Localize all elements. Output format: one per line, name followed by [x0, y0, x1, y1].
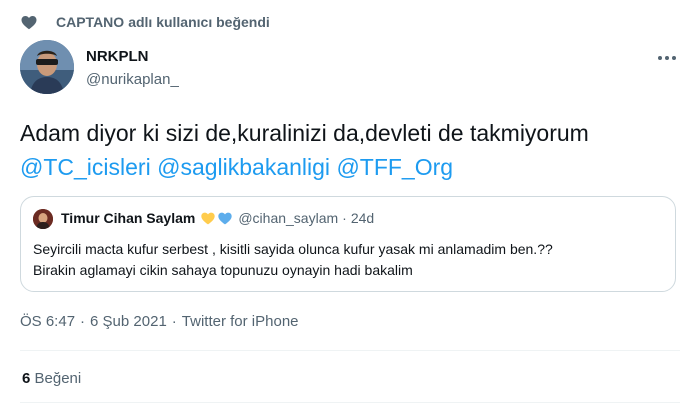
heart-icon	[21, 16, 37, 30]
likes-label: Beğeni	[34, 370, 82, 387]
tweet-source[interactable]: Twitter for iPhone	[182, 313, 299, 330]
separator-dot: ·	[342, 210, 347, 226]
quoted-header: Timur Cihan Saylam @cihan_saylam · 24d	[61, 210, 374, 226]
quoted-text: Seyircili macta kufur serbest , kisitli …	[33, 239, 663, 281]
likes-count: 6	[22, 370, 31, 387]
liker-name[interactable]: CAPTANO	[56, 14, 124, 30]
mention-link[interactable]: @TFF_Org	[336, 154, 453, 180]
blue-heart-icon	[218, 212, 233, 225]
mention-link[interactable]: @saglikbakanligi	[157, 154, 330, 180]
author-name[interactable]: NRKPLN	[86, 48, 149, 65]
divider	[20, 350, 680, 351]
yellow-heart-icon	[201, 212, 216, 225]
tweet-date[interactable]: 6 Şub 2021	[90, 313, 167, 330]
more-options-icon[interactable]	[652, 48, 682, 68]
quoted-line-2: Birakin aglamayi cikin sahaya topunuzu o…	[33, 262, 413, 278]
tweet-time[interactable]: ÖS 6:47	[20, 313, 75, 330]
mention-link[interactable]: @TC_icisleri	[20, 154, 151, 180]
divider	[20, 402, 680, 403]
liked-by-banner: CAPTANO adlı kullanıcı beğendi	[20, 12, 270, 32]
quoted-time: 24d	[350, 210, 375, 226]
author-handle[interactable]: @nurikaplan_	[86, 71, 179, 88]
author-avatar[interactable]	[20, 40, 74, 94]
quoted-author-name: Timur Cihan Saylam	[61, 210, 196, 226]
quoted-author-handle: @cihan_saylam	[238, 210, 339, 226]
likes-count-link[interactable]: 6 Beğeni	[22, 370, 81, 387]
quoted-line-1: Seyircili macta kufur serbest , kisitli …	[33, 241, 553, 257]
tweet-meta: ÖS 6:47 · 6 Şub 2021 · Twitter for iPhone	[20, 313, 299, 330]
quoted-author-avatar	[33, 209, 53, 229]
quoted-tweet[interactable]: Timur Cihan Saylam @cihan_saylam · 24d S…	[20, 196, 676, 292]
tweet-body: Adam diyor ki sizi de,kuralinizi da,devl…	[20, 120, 589, 146]
liked-banner-text: adlı kullanıcı beğendi	[128, 14, 270, 30]
tweet-text: Adam diyor ki sizi de,kuralinizi da,devl…	[20, 116, 680, 184]
